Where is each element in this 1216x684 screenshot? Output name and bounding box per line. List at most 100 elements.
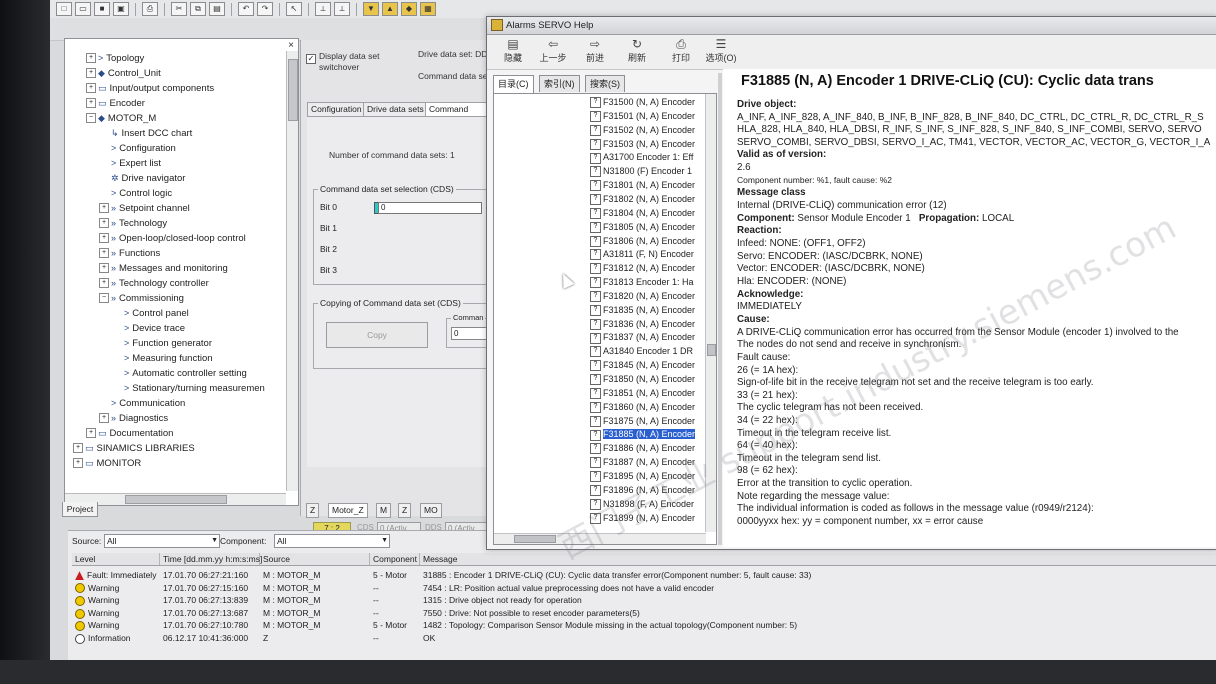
tree-item[interactable]: −» Commissioning [99, 291, 184, 305]
table-row[interactable]: Warning 17.01.70 06:27:13:687 M : MOTOR_M -… [72, 607, 1216, 619]
hide-button[interactable]: ▤ 隐藏 [493, 37, 533, 64]
tree-item[interactable]: +» Technology [99, 216, 167, 230]
topic-item[interactable]: ? F31896 (N, A) Encoder [590, 484, 700, 497]
open-icon[interactable]: ▭ [75, 2, 91, 16]
topic-item[interactable]: ? N31800 (F) Encoder 1 [590, 165, 700, 178]
collapse-icon[interactable]: − [86, 113, 96, 124]
upload-icon[interactable]: ▲ [382, 2, 398, 16]
save-compile-icon[interactable]: ▣ [113, 2, 129, 16]
copy-button[interactable]: Copy [326, 322, 428, 348]
copy-icon[interactable]: ⧉ [190, 2, 206, 16]
redo-icon[interactable]: ↷ [257, 2, 273, 16]
tree-item[interactable]: > Device trace [112, 321, 185, 335]
topic-item[interactable]: ? F31835 (N, A) Encoder [590, 304, 700, 317]
topic-item[interactable]: ? F31887 (N, A) Encoder [590, 456, 700, 469]
expand-icon[interactable]: + [73, 443, 83, 454]
topic-item[interactable]: ? F31500 (N, A) Encoder [590, 96, 700, 109]
back-button[interactable]: ⇦ 上一步 [533, 37, 573, 64]
tree-item[interactable]: > Measuring function [112, 351, 213, 365]
expand-icon[interactable]: + [99, 203, 109, 214]
tree-item[interactable]: + ▭ SINAMICS LIBRARIES [73, 441, 195, 455]
tree-vertical-scrollbar[interactable] [286, 51, 298, 491]
cut-icon[interactable]: ✂ [171, 2, 187, 16]
new-icon[interactable]: □ [56, 2, 72, 16]
tree-item[interactable]: +» Functions [99, 246, 160, 260]
expand-icon[interactable]: + [99, 218, 109, 229]
table-row[interactable]: Warning 17.01.70 06:27:13:839 M : MOTOR_M -… [72, 594, 1216, 606]
tab-drive-data-sets[interactable]: Drive data sets [363, 102, 428, 116]
tree-item[interactable]: +» Technology controller [99, 276, 209, 290]
topic-item[interactable]: ? F31860 (N, A) Encoder [590, 401, 700, 414]
bit-0-value[interactable]: 0 [378, 202, 482, 214]
undo-icon[interactable]: ↶ [238, 2, 254, 16]
tree-item[interactable]: > Control panel [112, 306, 189, 320]
table-row[interactable]: Information 06.12.17 10:41:36:000 Z -- OK [72, 632, 1216, 644]
topic-item[interactable]: ? F31836 (N, A) Encoder [590, 318, 700, 331]
expand-icon[interactable]: + [99, 233, 109, 244]
tree-item[interactable]: > Automatic controller setting [112, 366, 247, 380]
compile-icon[interactable]: ◆ [401, 2, 417, 16]
expand-icon[interactable]: + [86, 53, 96, 64]
refresh-button[interactable]: ↻ 刷新 [617, 37, 657, 64]
expand-icon[interactable]: + [86, 428, 96, 439]
tree-item[interactable]: + ▭ Documentation [86, 426, 173, 440]
column-header[interactable]: Source [260, 553, 370, 565]
help-titlebar[interactable]: Alarms SERVO Help [487, 17, 1216, 35]
topic-item[interactable]: ? F31812 (N, A) Encoder [590, 262, 700, 275]
topic-item[interactable]: ? F31802 (N, A) Encoder [590, 193, 700, 206]
topic-item[interactable]: ? F31804 (N, A) Encoder [590, 207, 700, 220]
topic-item[interactable]: ? F31851 (N, A) Encoder [590, 387, 700, 400]
copy-ram-rom-icon[interactable]: ▦ [420, 2, 436, 16]
expand-icon[interactable]: + [99, 248, 109, 259]
topic-item[interactable]: ? F31899 (N, A) Encoder [590, 512, 700, 525]
tree-item[interactable]: + ▭ MONITOR [73, 456, 141, 470]
paste-icon[interactable]: ▤ [209, 2, 225, 16]
tree-item[interactable]: + ▭ Encoder [86, 96, 145, 110]
expand-icon[interactable]: + [99, 263, 109, 274]
splitter[interactable] [718, 73, 722, 545]
options-button[interactable]: ☰ 选项(O) [701, 37, 741, 64]
tree-item[interactable]: +» Diagnostics [99, 411, 168, 425]
command-value[interactable]: 0 [451, 327, 491, 340]
topic-item[interactable]: ? F31885 (N, A) Encoder [590, 428, 700, 441]
expand-icon[interactable]: + [99, 413, 109, 424]
tree-item[interactable]: > Configuration [99, 141, 176, 155]
print-icon[interactable]: ⎙ [142, 2, 158, 16]
tree-item[interactable]: > Function generator [112, 336, 212, 350]
topic-item[interactable]: ? F31886 (N, A) Encoder [590, 442, 700, 455]
topic-item[interactable]: ? F31501 (N, A) Encoder [590, 110, 700, 123]
editor-tab[interactable]: Z [306, 503, 320, 518]
topic-item[interactable]: ? F31875 (N, A) Encoder [590, 415, 700, 428]
topic-item[interactable]: ? F31813 Encoder 1: Ha [590, 276, 700, 289]
topic-item[interactable]: ? N31898 (F, A) Encoder [590, 498, 700, 511]
tree-item[interactable]: +» Open-loop/closed-loop control [99, 231, 246, 245]
topic-item[interactable]: ? A31811 (F, N) Encoder [590, 248, 700, 261]
tree-horizontal-scrollbar[interactable] [65, 493, 286, 505]
tab-index[interactable]: 索引(N) [539, 75, 580, 92]
tree-item[interactable]: + ◆ Control_Unit [86, 66, 161, 80]
tree-item[interactable]: ↳ Insert DCC chart [99, 126, 192, 140]
column-header[interactable]: Level [72, 553, 160, 565]
topic-item[interactable]: ? F31820 (N, A) Encoder [590, 290, 700, 303]
tree-item[interactable]: +» Setpoint channel [99, 201, 190, 215]
tab-configuration[interactable]: Configuration [307, 102, 366, 116]
close-icon[interactable]: × [288, 40, 294, 51]
tree-item[interactable]: + ▭ Input/output components [86, 81, 214, 95]
topic-item[interactable]: ? F31837 (N, A) Encoder [590, 331, 700, 344]
online-icon[interactable]: ⟂ [315, 2, 331, 16]
topic-vertical-scrollbar[interactable] [705, 94, 716, 532]
tree-item[interactable]: > Control logic [99, 186, 172, 200]
column-header[interactable]: Time [dd.mm.yy h:m:s:ms] [160, 553, 262, 565]
column-header[interactable]: Component [370, 553, 420, 565]
editor-tab[interactable]: M [376, 503, 392, 518]
tree-item[interactable]: +» Messages and monitoring [99, 261, 228, 275]
topic-item[interactable]: ? A31700 Encoder 1: Eff [590, 151, 700, 164]
tree-item[interactable]: + > Topology [86, 51, 144, 65]
editor-tab[interactable]: Z [398, 503, 412, 518]
expand-icon[interactable]: + [99, 278, 109, 289]
table-row[interactable]: Warning 17.01.70 06:27:10:780 M : MOTOR_M 5… [72, 619, 1216, 632]
tab-search[interactable]: 搜索(S) [585, 75, 625, 92]
tree-item[interactable]: ✲ Drive navigator [99, 171, 185, 185]
tab-command-data[interactable]: Command data [425, 102, 489, 127]
topic-item[interactable]: ? F31801 (N, A) Encoder [590, 179, 700, 192]
